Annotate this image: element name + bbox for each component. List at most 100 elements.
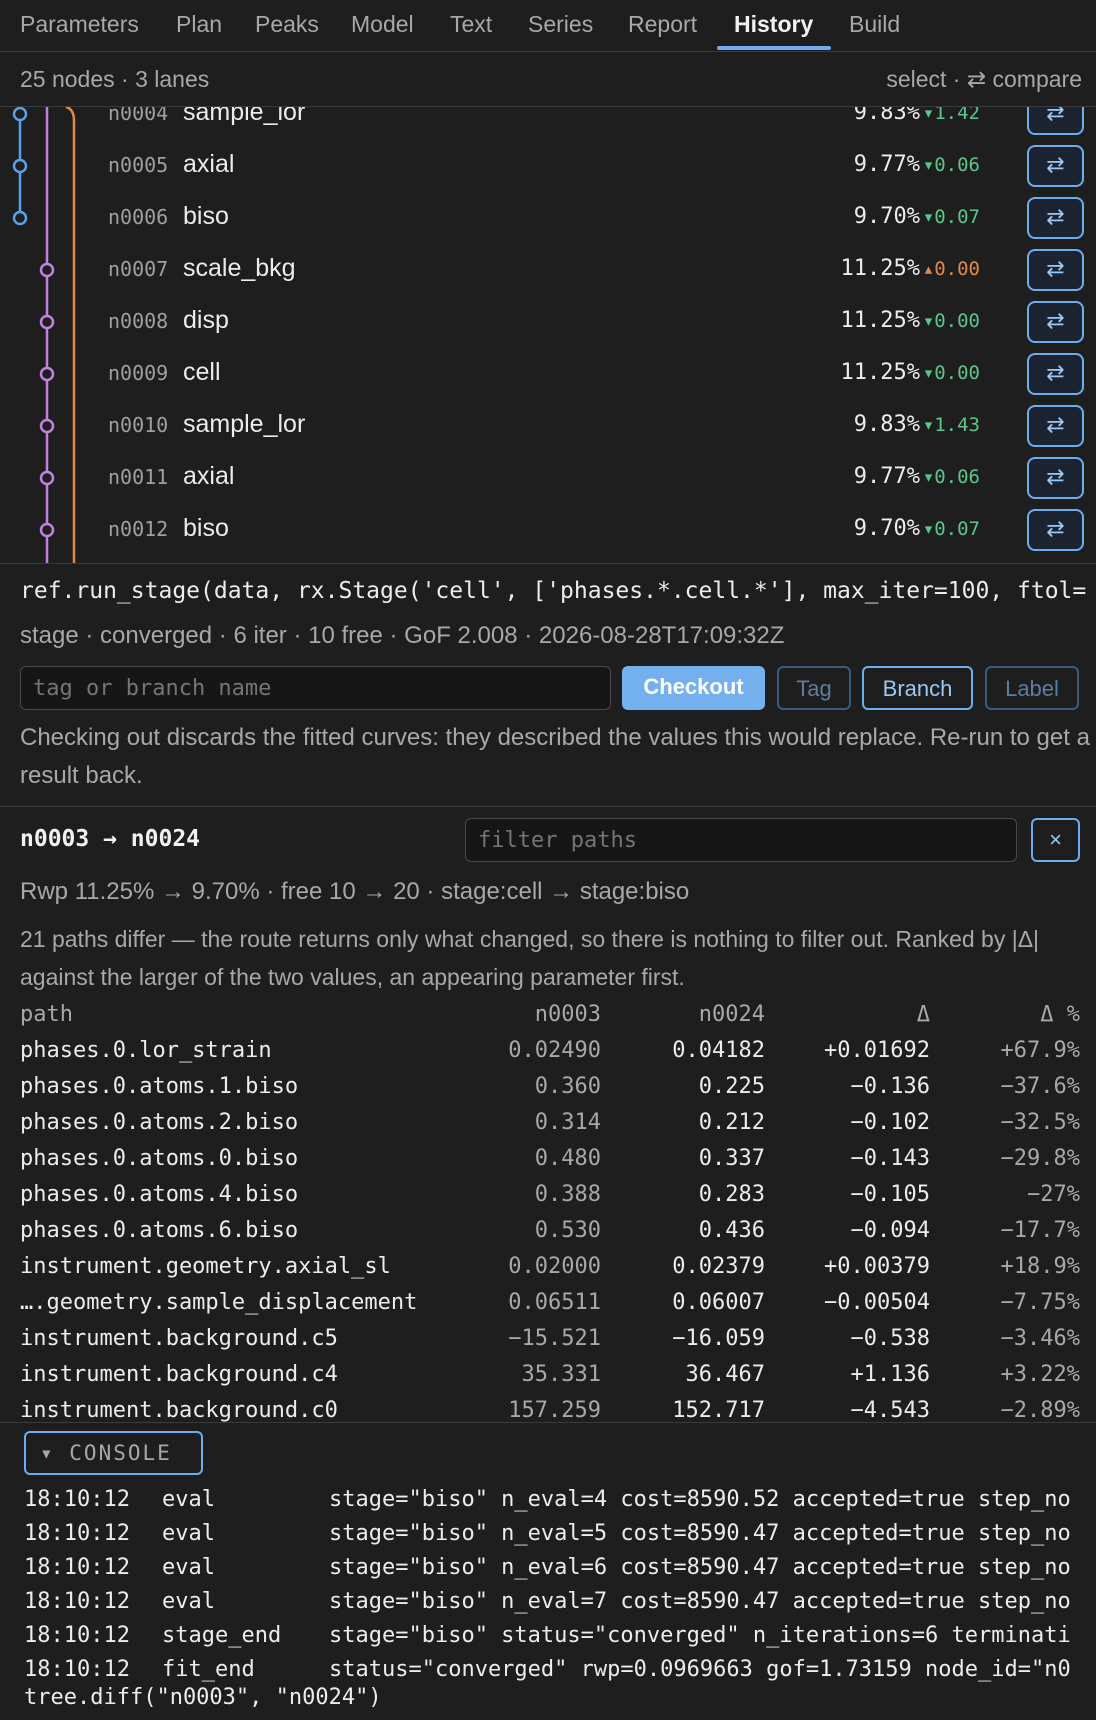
console-panel[interactable]: ▾ CONSOLE 18:10:12 eval stage="biso" n_eva… [0, 1422, 1096, 1720]
node-rwp: 11.25% [840, 360, 920, 385]
compare-button[interactable]: ⇄ [1027, 457, 1084, 499]
diff-path: instrument.background.c5 [20, 1326, 338, 1351]
node-id: n0010 [108, 413, 169, 437]
history-node-row[interactable]: n0006 biso 9.70% ▾0.07 ⇄ [0, 192, 1096, 244]
diff-delta-percent: −32.5% [1000, 1110, 1080, 1135]
history-node-row[interactable]: n0007 scale_bkg 11.25% ▴0.00 ⇄ [0, 244, 1096, 296]
node-label: cell [183, 358, 221, 386]
diff-delta: −0.538 [850, 1326, 930, 1351]
log-event: fit_end [162, 1657, 255, 1682]
diff-table-row[interactable]: instrument.background.c4 35.331 36.467 +1.1… [0, 1356, 1096, 1392]
log-event: eval [162, 1487, 215, 1512]
node-rwp-delta: ▾1.43 [922, 414, 980, 436]
history-node-row[interactable]: n0011 axial 9.77% ▾0.06 ⇄ [0, 452, 1096, 504]
compare-button[interactable]: ⇄ [1027, 301, 1084, 343]
tab-model[interactable]: Model [351, 0, 414, 52]
node-label: axial [183, 150, 235, 178]
diff-value-a: 35.331 [521, 1362, 601, 1387]
diff-value-a: 0.360 [534, 1074, 601, 1099]
compare-button[interactable]: ⇄ [1027, 145, 1084, 187]
tab-peaks[interactable]: Peaks [255, 0, 319, 52]
history-node-row[interactable]: n0008 disp 11.25% ▾0.00 ⇄ [0, 296, 1096, 348]
diff-path: instrument.background.c4 [20, 1362, 338, 1387]
history-node-row[interactable]: n0004 sample_lor 9.83% ▾1.42 ⇄ [0, 107, 1096, 140]
diff-table-row[interactable]: instrument.geometry.axial_sl 0.02000 0.023… [0, 1248, 1096, 1284]
node-rwp: 9.70% [853, 516, 920, 541]
history-summary-bar: 25 nodes · 3 lanes select · ⇄ compare [0, 53, 1096, 107]
history-node-row[interactable]: n0009 cell 11.25% ▾0.00 ⇄ [0, 348, 1096, 400]
diff-value-a: 0.06511 [508, 1290, 601, 1315]
diff-delta: −0.136 [850, 1074, 930, 1099]
diff-table-row[interactable]: ….geometry.sample_displacement 0.06511 0.0… [0, 1284, 1096, 1320]
label-button[interactable]: Label [985, 666, 1079, 710]
diff-delta-percent: −17.7% [1000, 1218, 1080, 1243]
console-toggle-button[interactable]: ▾ CONSOLE [24, 1431, 203, 1475]
diff-delta: +1.136 [850, 1362, 930, 1387]
history-node-row[interactable]: n0005 axial 9.77% ▾0.06 ⇄ [0, 140, 1096, 192]
log-time: 18:10:12 [24, 1555, 130, 1580]
log-time: 18:10:12 [24, 1623, 130, 1648]
log-message: stage="biso" n_eval=4 cost=8590.52 accep… [329, 1487, 1071, 1512]
tab-build[interactable]: Build [849, 0, 900, 52]
diff-table-row[interactable]: instrument.background.c5 −15.521 −16.059 −0… [0, 1320, 1096, 1356]
header-n0024: n0024 [698, 1002, 765, 1027]
node-label: axial [183, 462, 235, 490]
compare-button[interactable]: ⇄ [1027, 107, 1084, 135]
tab-history[interactable]: History [734, 0, 813, 52]
diff-delta: +0.01692 [824, 1038, 930, 1063]
diff-table-row[interactable]: phases.0.atoms.2.biso 0.314 0.212 −0.102 −32… [0, 1104, 1096, 1140]
checkout-button[interactable]: Checkout [622, 666, 765, 710]
diff-path: phases.0.atoms.6.biso [20, 1218, 299, 1243]
diff-delta: −0.094 [850, 1218, 930, 1243]
diff-value-a: −15.521 [508, 1326, 601, 1351]
diff-table-row[interactable]: phases.0.atoms.0.biso 0.480 0.337 −0.143 −29… [0, 1140, 1096, 1176]
tag-button[interactable]: Tag [777, 666, 851, 710]
diff-path: instrument.background.c0 [20, 1398, 338, 1423]
diff-delta-percent: −29.8% [1000, 1146, 1080, 1171]
log-event: stage_end [162, 1623, 282, 1648]
node-rwp-delta: ▾0.06 [922, 154, 980, 176]
log-event: eval [162, 1521, 215, 1546]
diff-value-a: 0.02000 [508, 1254, 601, 1279]
history-node-row[interactable]: n0012 biso 9.70% ▾0.07 ⇄ [0, 504, 1096, 556]
tag-branch-input[interactable] [20, 666, 611, 710]
console-command[interactable]: tree.diff("n0003", "n0024") [24, 1685, 382, 1710]
diff-title: n0003 → n0024 [20, 826, 201, 852]
compare-button[interactable]: ⇄ [1027, 353, 1084, 395]
tab-series[interactable]: Series [528, 0, 593, 52]
diff-value-b: 0.283 [698, 1182, 765, 1207]
history-node-row[interactable]: n0010 sample_lor 9.83% ▾1.43 ⇄ [0, 400, 1096, 452]
compare-button[interactable]: ⇄ [1027, 197, 1084, 239]
compare-button[interactable]: ⇄ [1027, 249, 1084, 291]
diff-delta: +0.00379 [824, 1254, 930, 1279]
branch-button[interactable]: Branch [862, 666, 973, 710]
tab-text[interactable]: Text [450, 0, 492, 52]
log-event: eval [162, 1555, 215, 1580]
close-diff-button[interactable]: × [1031, 818, 1080, 862]
node-id: n0012 [108, 517, 169, 541]
compare-button[interactable]: ⇄ [1027, 405, 1084, 447]
diff-table-row[interactable]: phases.0.atoms.4.biso 0.388 0.283 −0.105 −27… [0, 1176, 1096, 1212]
node-meta: stage · converged · 6 iter · 10 free · G… [20, 622, 785, 649]
diff-table-row[interactable]: phases.0.lor_strain 0.02490 0.04182 +0.0169… [0, 1032, 1096, 1068]
tab-report[interactable]: Report [628, 0, 697, 52]
tab-parameters[interactable]: Parameters [20, 0, 139, 52]
header-path: path [20, 1002, 73, 1027]
diff-path: phases.0.lor_strain [20, 1038, 272, 1063]
log-time: 18:10:12 [24, 1521, 130, 1546]
diff-table-row[interactable]: phases.0.atoms.1.biso 0.360 0.225 −0.136 −37… [0, 1068, 1096, 1104]
node-detail-panel: ref.run_stage(data, rx.Stage('cell', ['p… [0, 563, 1096, 807]
diff-table-row[interactable]: phases.0.atoms.6.biso 0.530 0.436 −0.094 −17… [0, 1212, 1096, 1248]
history-node-list[interactable]: n0004 sample_lor 9.83% ▾1.42 ⇄ n0005 axial 9.77… [0, 107, 1096, 563]
compare-button[interactable]: ⇄ [1027, 509, 1084, 551]
diff-value-b: −16.059 [672, 1326, 765, 1351]
diff-path: phases.0.atoms.4.biso [20, 1182, 299, 1207]
diff-value-a: 0.480 [534, 1146, 601, 1171]
node-label: scale_bkg [183, 254, 296, 282]
diff-value-b: 0.212 [698, 1110, 765, 1135]
filter-paths-input[interactable] [465, 818, 1017, 862]
diff-value-b: 152.717 [672, 1398, 765, 1423]
console-log-line: 18:10:12 eval stage="biso" n_eval=6 cost=8… [24, 1555, 1096, 1585]
tab-plan[interactable]: Plan [176, 0, 222, 52]
diff-value-a: 0.02490 [508, 1038, 601, 1063]
